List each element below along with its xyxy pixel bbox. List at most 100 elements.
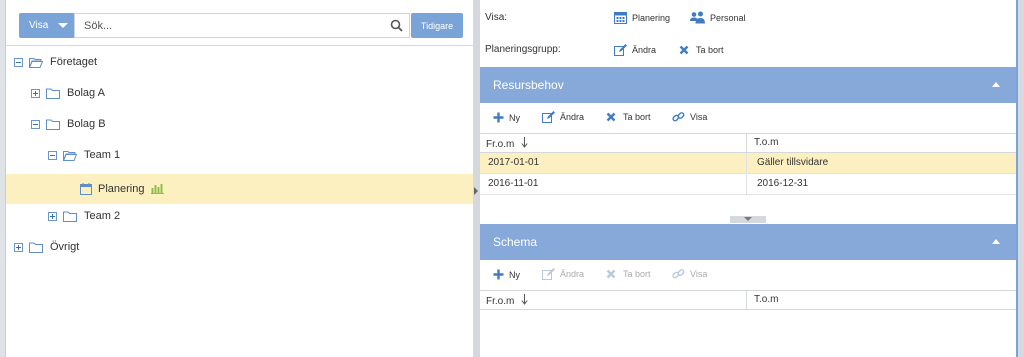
tree-node-bolag-b[interactable]: Bolag B: [31, 109, 106, 139]
cell-from: 2016-11-01: [488, 178, 539, 189]
resursbehov-ny-button[interactable]: Ny: [493, 112, 520, 123]
left-panel: Visa Tidigare Företaget: [5, 0, 474, 357]
resize-handle[interactable]: [730, 216, 766, 223]
resursbehov-visa-button[interactable]: Visa: [672, 111, 707, 123]
delete-x-icon: [606, 269, 616, 279]
tree-node-label: Team 1: [84, 149, 121, 161]
column-header-from[interactable]: Fr.o.m: [486, 294, 528, 307]
folder-icon: [63, 211, 77, 222]
sort-down-icon: [521, 294, 528, 305]
cell-tom: Gäller tillsvidare: [757, 157, 829, 168]
table-row[interactable]: 2016-11-01 2016-12-31: [480, 174, 1016, 195]
edit-icon: [542, 268, 555, 280]
tree-node-label: Bolag B: [67, 118, 106, 130]
visa-label: Visa:: [485, 12, 508, 23]
column-header-tom[interactable]: T.o.m: [754, 294, 778, 305]
calendar-icon: [80, 183, 92, 195]
sort-down-icon: [521, 137, 528, 148]
schema-andra-label: Ändra: [560, 269, 585, 279]
collapse-toggle-icon[interactable]: [31, 119, 40, 129]
schema-andra-button[interactable]: Ändra: [542, 268, 584, 280]
window-edge: [1018, 0, 1024, 357]
column-divider: [746, 134, 747, 153]
left-toolbar: Visa Tidigare: [6, 0, 474, 46]
bar-chart-icon[interactable]: [151, 184, 165, 194]
folder-icon: [46, 119, 60, 130]
resursbehov-andra-button[interactable]: Ändra: [542, 111, 584, 123]
schema-tabort-button[interactable]: Ta bort: [606, 269, 651, 279]
grupp-tabort-label: Ta bort: [696, 45, 724, 55]
grupp-andra-button[interactable]: Ändra: [614, 44, 656, 56]
column-header-from-label: Fr.o.m: [486, 139, 515, 150]
column-divider: [746, 174, 747, 194]
collapse-up-icon[interactable]: [992, 239, 1000, 244]
visa-planering-label: Planering: [632, 12, 671, 23]
resursbehov-ny-label: Ny: [509, 112, 520, 123]
schema-title: Schema: [493, 235, 538, 249]
tidigare-button[interactable]: Tidigare: [411, 13, 463, 38]
tree-node-team-2[interactable]: Team 2: [48, 201, 120, 231]
resursbehov-toolbar: Ny Ändra Ta bort Visa: [480, 103, 1016, 133]
collapse-toggle-icon[interactable]: [48, 150, 57, 160]
chevron-right-icon[interactable]: [474, 187, 478, 195]
plus-icon: [493, 112, 504, 123]
expand-toggle-icon[interactable]: [14, 242, 23, 252]
visa-dropdown-button[interactable]: Visa: [19, 13, 75, 38]
planeringsgrupp-label: Planeringsgrupp:: [485, 44, 561, 55]
collapse-up-icon[interactable]: [992, 82, 1000, 87]
tree-node-label: Företaget: [50, 56, 98, 68]
grupp-tabort-button[interactable]: Ta bort: [679, 45, 724, 55]
resursbehov-title: Resursbehov: [493, 78, 564, 92]
resursbehov-table-header: Fr.o.m T.o.m: [480, 133, 1016, 153]
schema-visa-button[interactable]: Visa: [672, 268, 707, 280]
visa-dropdown-label: Visa: [29, 20, 49, 31]
tree-node-foretaget[interactable]: Företaget: [14, 47, 97, 77]
link-icon: [672, 112, 685, 122]
delete-x-icon: [606, 112, 616, 122]
folder-open-icon: [63, 150, 77, 161]
resursbehov-header[interactable]: Resursbehov: [480, 67, 1016, 103]
column-header-from-label: Fr.o.m: [486, 296, 515, 307]
tree-node-team-1[interactable]: Team 1: [48, 140, 120, 170]
calendar-icon: [614, 12, 627, 24]
caret-down-icon: [58, 23, 68, 28]
users-icon: [690, 11, 705, 24]
schema-header[interactable]: Schema: [480, 224, 1016, 260]
plus-icon: [493, 269, 504, 280]
tree-node-ovrigt[interactable]: Övrigt: [14, 232, 79, 262]
schema-table-header: Fr.o.m T.o.m: [480, 290, 1016, 310]
tree-node-label: Planering: [98, 183, 145, 195]
schema-tabort-label: Ta bort: [623, 269, 651, 279]
schema-ny-button[interactable]: Ny: [493, 269, 520, 280]
resursbehov-visa-label: Visa: [690, 112, 708, 122]
tree-node-bolag-a[interactable]: Bolag A: [31, 78, 105, 108]
tree-node-label: Team 2: [84, 210, 121, 222]
expand-toggle-icon[interactable]: [48, 211, 57, 221]
folder-open-icon: [29, 57, 43, 68]
column-header-tom[interactable]: T.o.m: [754, 137, 778, 148]
search-icon[interactable]: [390, 19, 403, 32]
resursbehov-tabort-button[interactable]: Ta bort: [606, 112, 651, 122]
schema-visa-label: Visa: [690, 269, 708, 279]
collapse-toggle-icon[interactable]: [14, 57, 23, 67]
panel-splitter[interactable]: [473, 0, 480, 357]
search-input[interactable]: [75, 14, 375, 37]
visa-personal-link[interactable]: Personal: [690, 11, 746, 24]
expand-toggle-icon[interactable]: [31, 88, 40, 98]
visa-planering-link[interactable]: Planering: [614, 11, 670, 24]
grupp-andra-label: Ändra: [632, 45, 657, 55]
cell-tom: 2016-12-31: [757, 178, 809, 189]
column-divider: [746, 291, 747, 310]
tree-node-planering[interactable]: Planering: [6, 174, 474, 204]
folder-icon: [29, 242, 43, 253]
tree-node-label: Övrigt: [50, 241, 80, 253]
column-divider: [746, 153, 747, 173]
schema-ny-label: Ny: [509, 269, 520, 280]
search-box[interactable]: [74, 13, 410, 38]
delete-x-icon: [679, 45, 689, 55]
schema-toolbar: Ny Ändra Ta bort Visa: [480, 260, 1016, 290]
table-row[interactable]: 2017-01-01 Gäller tillsvidare: [480, 153, 1016, 174]
right-panel: Visa: Planering Personal Planeringsgrupp…: [480, 0, 1018, 357]
tree-node-label: Bolag A: [67, 87, 105, 99]
column-header-from[interactable]: Fr.o.m: [486, 137, 528, 150]
